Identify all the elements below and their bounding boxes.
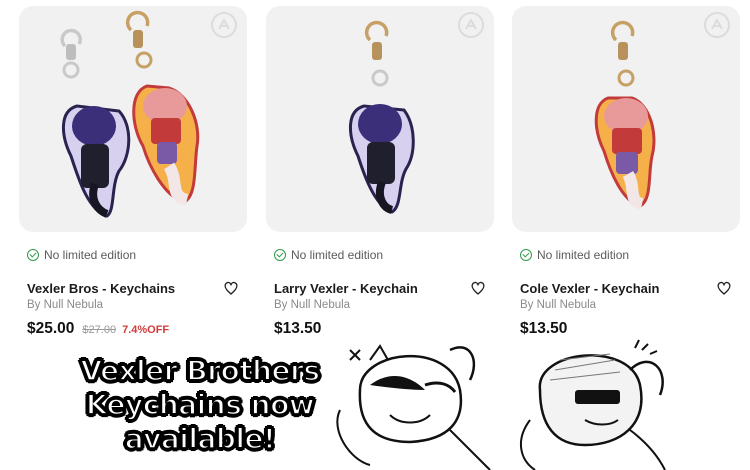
discount-badge: 7.4%OFF [122, 324, 170, 336]
heart-icon[interactable] [223, 280, 239, 296]
product-card[interactable]: No limited edition Vexler Bros - Keychai… [19, 0, 247, 372]
product-card[interactable]: No limited edition Cole Vexler - Keychai… [512, 0, 740, 372]
product-title[interactable]: Cole Vexler - Keychain [520, 281, 659, 296]
keychain-artwork [348, 20, 415, 214]
original-price: $27.00 [82, 324, 117, 336]
edition-note: No limited edition [274, 248, 383, 262]
product-image[interactable] [19, 6, 247, 232]
product-grid: No limited edition Vexler Bros - Keychai… [0, 0, 750, 372]
product-title[interactable]: Larry Vexler - Keychain [274, 281, 418, 296]
creator-byline[interactable]: By Null Nebula [27, 299, 103, 311]
promo-line: Keychains now [85, 387, 316, 422]
product-title[interactable]: Vexler Bros - Keychains [27, 281, 175, 296]
price: $13.50 [274, 320, 322, 337]
price: $25.00 [27, 320, 75, 337]
check-circle-icon [27, 249, 39, 261]
price-row: $25.00 $27.00 7.4%OFF [27, 320, 169, 338]
edition-note: No limited edition [27, 248, 136, 262]
promo-banner: Vexler Brothers Keychains now available! [76, 353, 324, 456]
heart-icon[interactable] [716, 280, 732, 296]
price-row: $13.50 [274, 320, 329, 338]
heart-icon[interactable] [470, 280, 486, 296]
creator-byline[interactable]: By Null Nebula [520, 299, 596, 311]
character-sketch [336, 339, 666, 470]
promo-line: available! [124, 421, 277, 456]
creator-byline[interactable]: By Null Nebula [274, 299, 350, 311]
product-image[interactable] [266, 6, 494, 232]
keychain-artwork [60, 10, 200, 218]
check-circle-icon [274, 249, 286, 261]
promo-line: Vexler Brothers [79, 353, 321, 388]
product-card[interactable]: No limited edition Larry Vexler - Keycha… [266, 0, 494, 372]
product-image[interactable] [512, 6, 740, 232]
keychain-artwork [594, 20, 656, 210]
edition-note: No limited edition [520, 248, 629, 262]
check-circle-icon [520, 249, 532, 261]
